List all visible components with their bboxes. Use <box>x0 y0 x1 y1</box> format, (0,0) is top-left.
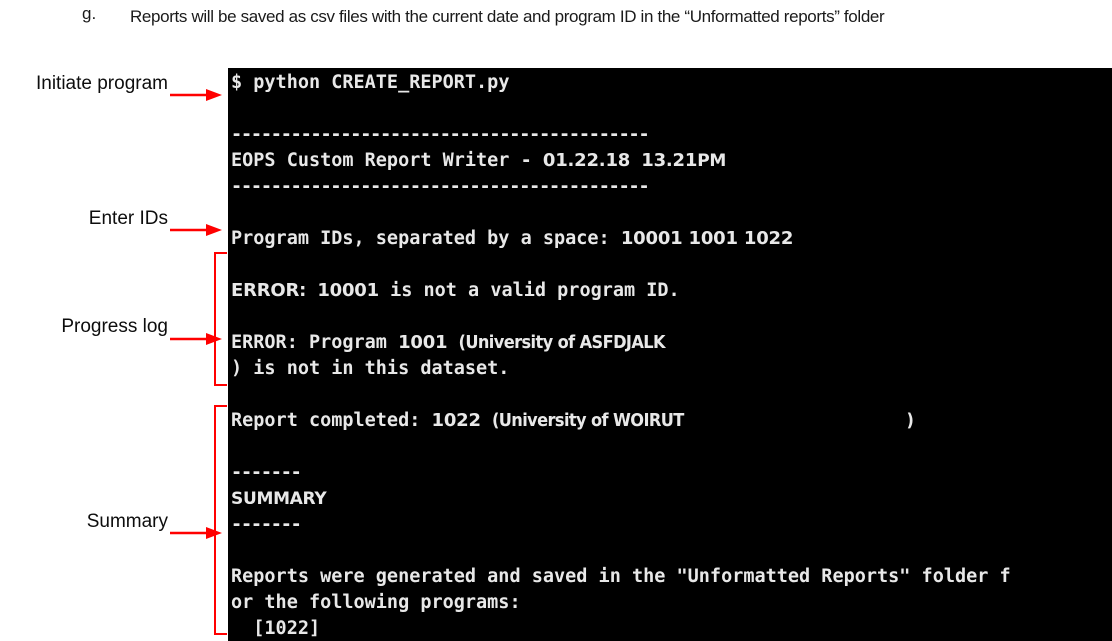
terminal-line-summary-saved-list: [1022] <box>231 618 321 639</box>
terminal-line-blank-1 <box>231 96 1111 122</box>
terminal-line-error-1: ERROR: 10001 is not a valid program ID. <box>231 278 1111 304</box>
banner-dash: - <box>520 150 532 171</box>
terminal-window[interactable]: $ python CREATE_REPORT.py --------------… <box>228 68 1112 641</box>
terminal-line-blank-2 <box>231 200 1111 226</box>
document-note-text: Reports will be saved as csv files with … <box>130 7 885 26</box>
document-note: g. Reports will be saved as csv files wi… <box>0 0 1112 62</box>
error-program-id: 1001 <box>398 332 448 353</box>
terminal-line-id-prompt: Program IDs, separated by a space: 10001… <box>231 226 1111 252</box>
terminal-line-blank-7 <box>231 538 1111 564</box>
success-prefix: Report completed: <box>231 410 421 431</box>
annotation-label-enter-ids: Enter IDs <box>88 208 168 229</box>
terminal-line-banner: EOPS Custom Report Writer - 01.22.18 13.… <box>231 148 1111 174</box>
annotation-label-initiate-program: Initiate program <box>35 73 168 94</box>
annotation-arrow-enter-ids <box>170 224 222 236</box>
error-prefix: ERROR: Program <box>231 332 387 353</box>
success-paren-close: ) <box>906 410 914 431</box>
terminal-line-summary-saved-2: or the following programs: <box>231 592 521 613</box>
annotation-bracket-progress-log <box>214 252 227 386</box>
banner-meridiem: PM <box>697 151 726 171</box>
error-message: is not a valid program ID. <box>390 280 680 301</box>
success-program-name: (University of WOIRUT <box>491 410 684 431</box>
error-program-id: 10001 <box>317 280 379 301</box>
annotation-bracket-summary <box>214 405 227 635</box>
terminal-line-blank-3 <box>231 252 1111 278</box>
banner-program-name: EOPS Custom Report Writer <box>231 150 510 171</box>
terminal-line-summary-heading: SUMMARY <box>231 486 1111 512</box>
annotation-arrow-initiate-program <box>170 89 222 101</box>
error-program-name: (University of ASFDJALK <box>458 332 666 353</box>
terminal-line-blank-6 <box>231 434 1111 460</box>
terminal-line-error-2-cont: ) is not in this dataset. <box>231 358 510 379</box>
terminal-line-success: Report completed: 1022 (University of WO… <box>231 408 1111 434</box>
banner-date: 01.22.18 <box>542 150 631 171</box>
terminal-rule-top: ----------------------------------------… <box>231 124 650 145</box>
terminal-line-summary-saved-1: Reports were generated and saved in the … <box>231 566 1011 587</box>
summary-rule-top: ------- <box>231 462 302 483</box>
command-text: python CREATE_REPORT.py <box>253 72 510 93</box>
terminal-line-blank-4 <box>231 304 1111 330</box>
annotation-label-summary: Summary <box>86 511 168 532</box>
terminal-line-error-2: ERROR: Program 1001 (University of ASFDJ… <box>231 330 1111 356</box>
annotation-label-progress-log: Progress log <box>61 316 168 337</box>
id-prompt-label: Program IDs, separated by a space: <box>231 228 610 249</box>
terminal-line-command: $ python CREATE_REPORT.py <box>231 70 1111 96</box>
terminal-output: $ python CREATE_REPORT.py --------------… <box>231 70 1111 641</box>
terminal-line-blank-5 <box>231 382 1111 408</box>
entered-program-ids: 10001 1001 1022 <box>620 228 794 249</box>
shell-prompt-symbol: $ <box>231 72 243 93</box>
terminal-rule-bottom: ----------------------------------------… <box>231 176 650 197</box>
list-marker: g. <box>82 4 97 23</box>
error-prefix: ERROR: <box>231 280 307 301</box>
success-program-id: 1022 <box>431 410 482 431</box>
summary-rule-bottom: ------- <box>231 514 302 535</box>
banner-time: 13.21 <box>641 150 698 171</box>
summary-heading: SUMMARY <box>231 489 327 509</box>
